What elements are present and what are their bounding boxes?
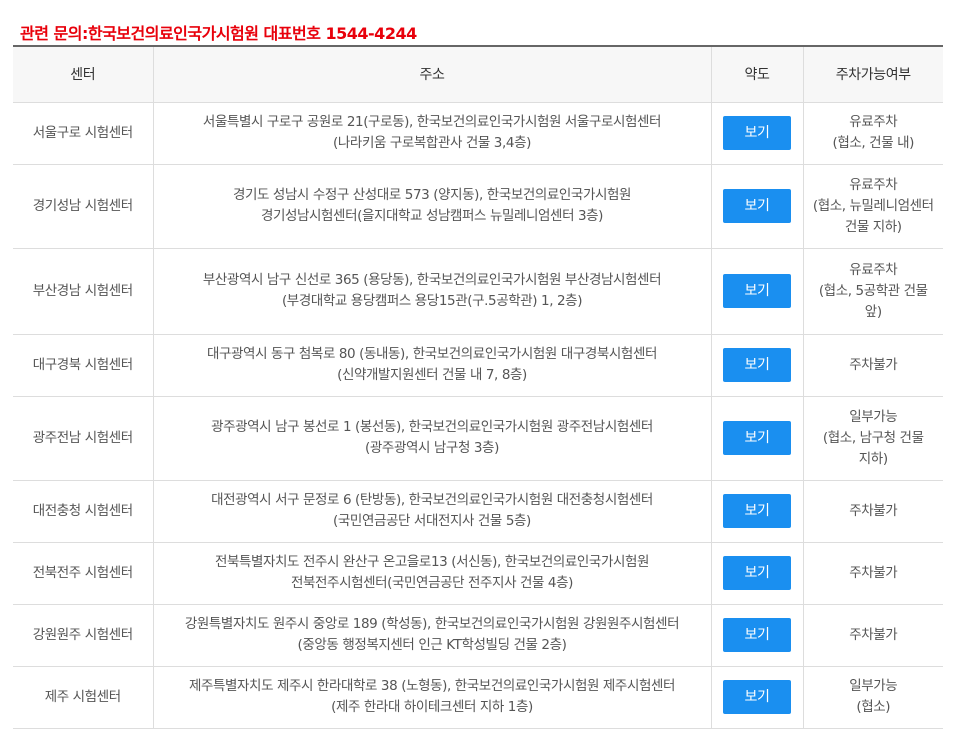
parking-line: 주차불가 bbox=[849, 502, 898, 519]
center-name: 경기성남 시험센터 bbox=[13, 164, 153, 249]
map-cell: 보기 bbox=[710, 480, 803, 543]
header-address: 주소 bbox=[152, 45, 711, 103]
test-center-table: 센터 주소 약도 주차가능여부 서울구로 시험센터 서울특별시 구로구 공원로 2… bbox=[13, 45, 943, 729]
map-cell: 보기 bbox=[710, 248, 803, 335]
parking-info: 주차불가 bbox=[802, 480, 943, 543]
map-cell: 보기 bbox=[710, 334, 803, 397]
inquiry-notice: 관련 문의:한국보건의료인국가시험원 대표번호 1544-4244 bbox=[20, 24, 417, 43]
view-map-button[interactable]: 보기 bbox=[723, 556, 791, 590]
map-cell: 보기 bbox=[710, 604, 803, 667]
map-cell: 보기 bbox=[710, 102, 803, 165]
address-line: (나라키움 구로복합관사 건물 3,4층) bbox=[333, 135, 531, 151]
parking-info: 주차불가 bbox=[802, 604, 943, 667]
table-row: 대전충청 시험센터 대전광역시 서구 문정로 6 (탄방동), 한국보건의료인국가… bbox=[13, 480, 943, 543]
parking-line: 주차불가 bbox=[849, 356, 898, 373]
center-address: 전북특별자치도 전주시 완산구 온고을로13 (서신동), 한국보건의료인국가시… bbox=[152, 542, 711, 605]
address-line: (광주광역시 남구청 3층) bbox=[365, 440, 499, 456]
view-map-button[interactable]: 보기 bbox=[723, 618, 791, 652]
table-body: 서울구로 시험센터 서울특별시 구로구 공원로 21(구로동), 한국보건의료인국… bbox=[13, 102, 943, 729]
parking-line: 유료주차 bbox=[849, 114, 898, 130]
view-map-button[interactable]: 보기 bbox=[723, 421, 791, 455]
parking-line: 건물 지하) bbox=[844, 218, 902, 235]
view-map-button[interactable]: 보기 bbox=[723, 348, 791, 382]
address-line: (신약개발지원센터 건물 내 7, 8층) bbox=[337, 367, 527, 383]
parking-line: (협소) bbox=[856, 699, 891, 715]
view-map-button[interactable]: 보기 bbox=[723, 189, 791, 223]
address-line: 서울특별시 구로구 공원로 21(구로동), 한국보건의료인국가시험원 서울구로… bbox=[202, 114, 662, 130]
address-line: 대전광역시 서구 문정로 6 (탄방동), 한국보건의료인국가시험원 대전충청시… bbox=[211, 492, 653, 508]
center-address: 강원특별자치도 원주시 중앙로 189 (학성동), 한국보건의료인국가시험원 … bbox=[152, 604, 711, 667]
view-map-button[interactable]: 보기 bbox=[723, 494, 791, 528]
address-line: 제주특별자치도 제주시 한라대학로 38 (노형동), 한국보건의료인국가시험원… bbox=[188, 678, 676, 694]
center-name: 부산경남 시험센터 bbox=[13, 248, 153, 335]
parking-line: (협소, 남구청 건물 bbox=[822, 429, 924, 446]
center-name: 대전충청 시험센터 bbox=[13, 480, 153, 543]
map-cell: 보기 bbox=[710, 542, 803, 605]
table-row: 제주 시험센터 제주특별자치도 제주시 한라대학로 38 (노형동), 한국보건의… bbox=[13, 666, 943, 729]
address-line: (제주 한라대 하이테크센터 지하 1층) bbox=[331, 699, 533, 715]
center-name: 서울구로 시험센터 bbox=[13, 102, 153, 165]
center-address: 경기도 성남시 수정구 산성대로 573 (양지동), 한국보건의료인국가시험원… bbox=[152, 164, 711, 249]
address-line: 전북특별자치도 전주시 완산구 온고을로13 (서신동), 한국보건의료인국가시… bbox=[214, 554, 650, 570]
view-map-button[interactable]: 보기 bbox=[723, 116, 791, 150]
parking-info: 유료주차 (협소, 뉴밀레니엄센터건물 지하) bbox=[802, 164, 943, 249]
center-address: 제주특별자치도 제주시 한라대학로 38 (노형동), 한국보건의료인국가시험원… bbox=[152, 666, 711, 729]
parking-line: (협소, 건물 내) bbox=[832, 135, 914, 151]
table-header-row: 센터 주소 약도 주차가능여부 bbox=[13, 45, 943, 103]
center-name: 대구경북 시험센터 bbox=[13, 334, 153, 397]
map-cell: 보기 bbox=[710, 164, 803, 249]
address-line: 경기도 성남시 수정구 산성대로 573 (양지동), 한국보건의료인국가시험원 bbox=[232, 187, 632, 203]
parking-line: 주차불가 bbox=[849, 564, 898, 581]
address-line: 경기성남시험센터(을지대학교 성남캠퍼스 뉴밀레니엄센터 3층) bbox=[260, 208, 604, 224]
center-address: 대구광역시 동구 첨복로 80 (동내동), 한국보건의료인국가시험원 대구경북… bbox=[152, 334, 711, 397]
parking-info: 일부가능 (협소) bbox=[802, 666, 943, 729]
address-line: (중앙동 행정복지센터 인근 KT학성빌딩 건물 2층) bbox=[297, 637, 567, 653]
center-address: 서울특별시 구로구 공원로 21(구로동), 한국보건의료인국가시험원 서울구로… bbox=[152, 102, 711, 165]
center-address: 부산광역시 남구 신선로 365 (용당동), 한국보건의료인국가시험원 부산경… bbox=[152, 248, 711, 335]
address-line: 강원특별자치도 원주시 중앙로 189 (학성동), 한국보건의료인국가시험원 … bbox=[184, 616, 680, 632]
center-address: 대전광역시 서구 문정로 6 (탄방동), 한국보건의료인국가시험원 대전충청시… bbox=[152, 480, 711, 543]
address-line: 대구광역시 동구 첨복로 80 (동내동), 한국보건의료인국가시험원 대구경북… bbox=[206, 346, 657, 362]
parking-line: 유료주차 bbox=[849, 176, 898, 193]
parking-line: 지하) bbox=[858, 450, 888, 467]
table-row: 경기성남 시험센터 경기도 성남시 수정구 산성대로 573 (양지동), 한국보… bbox=[13, 164, 943, 249]
table-row: 광주전남 시험센터 광주광역시 남구 봉선로 1 (봉선동), 한국보건의료인국가… bbox=[13, 396, 943, 481]
map-cell: 보기 bbox=[710, 396, 803, 481]
address-line: 부산광역시 남구 신선로 365 (용당동), 한국보건의료인국가시험원 부산경… bbox=[202, 272, 662, 288]
parking-line: 주차불가 bbox=[849, 626, 898, 643]
table-row: 전북전주 시험센터 전북특별자치도 전주시 완산구 온고을로13 (서신동), 한… bbox=[13, 542, 943, 605]
parking-info: 주차불가 bbox=[802, 542, 943, 605]
address-line: (국민연금공단 서대전지사 건물 5층) bbox=[333, 513, 531, 529]
parking-info: 유료주차 (협소, 5공학관 건물앞) bbox=[802, 248, 943, 335]
table-row: 부산경남 시험센터 부산광역시 남구 신선로 365 (용당동), 한국보건의료인… bbox=[13, 248, 943, 335]
parking-line: (협소, 5공학관 건물 bbox=[818, 282, 928, 299]
table-row: 대구경북 시험센터 대구광역시 동구 첨복로 80 (동내동), 한국보건의료인국… bbox=[13, 334, 943, 397]
address-line: 전북전주시험센터(국민연금공단 전주지사 건물 4층) bbox=[290, 575, 574, 591]
parking-info: 주차불가 bbox=[802, 334, 943, 397]
table-row: 서울구로 시험센터 서울특별시 구로구 공원로 21(구로동), 한국보건의료인국… bbox=[13, 102, 943, 165]
center-name: 전북전주 시험센터 bbox=[13, 542, 153, 605]
parking-line: 앞) bbox=[864, 303, 882, 320]
view-map-button[interactable]: 보기 bbox=[723, 274, 791, 308]
parking-info: 일부가능 (협소, 남구청 건물지하) bbox=[802, 396, 943, 481]
parking-line: 유료주차 bbox=[849, 261, 898, 278]
center-address: 광주광역시 남구 봉선로 1 (봉선동), 한국보건의료인국가시험원 광주전남시… bbox=[152, 396, 711, 481]
header-map: 약도 bbox=[710, 45, 803, 103]
center-name: 강원원주 시험센터 bbox=[13, 604, 153, 667]
center-name: 광주전남 시험센터 bbox=[13, 396, 153, 481]
header-center: 센터 bbox=[13, 45, 153, 103]
table-row: 강원원주 시험센터 강원특별자치도 원주시 중앙로 189 (학성동), 한국보건… bbox=[13, 604, 943, 667]
address-line: 광주광역시 남구 봉선로 1 (봉선동), 한국보건의료인국가시험원 광주전남시… bbox=[211, 419, 653, 435]
header-parking: 주차가능여부 bbox=[802, 45, 943, 103]
view-map-button[interactable]: 보기 bbox=[723, 680, 791, 714]
address-line: (부경대학교 용당캠퍼스 용당15관(구.5공학관) 1, 2층) bbox=[281, 293, 583, 309]
parking-line: 일부가능 bbox=[849, 408, 898, 425]
center-name: 제주 시험센터 bbox=[13, 666, 153, 729]
parking-line: (협소, 뉴밀레니엄센터 bbox=[812, 197, 934, 214]
parking-line: 일부가능 bbox=[849, 678, 898, 694]
map-cell: 보기 bbox=[710, 666, 803, 729]
parking-info: 유료주차 (협소, 건물 내) bbox=[802, 102, 943, 165]
